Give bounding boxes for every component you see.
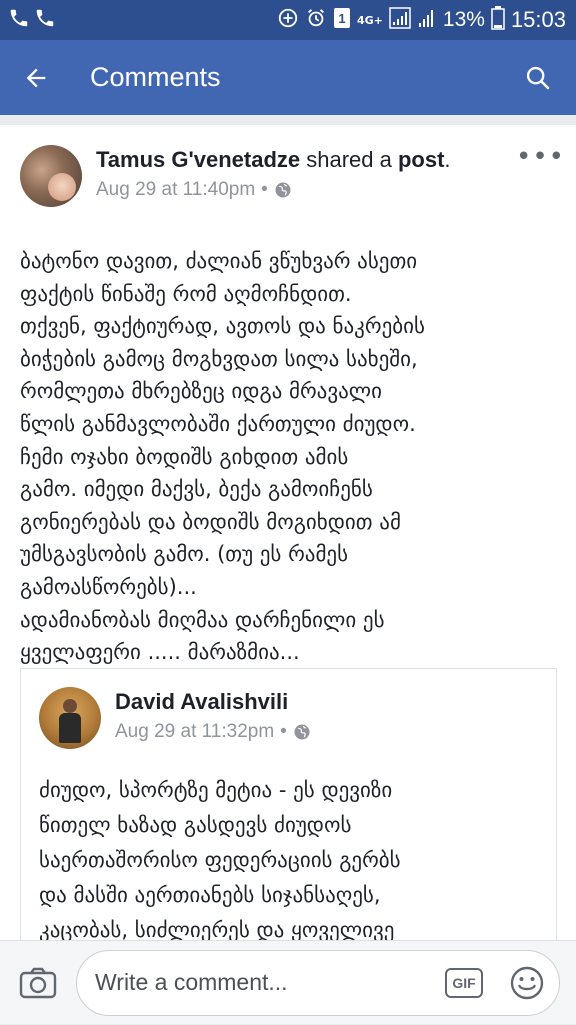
signal-icon (389, 6, 411, 34)
avatar[interactable] (20, 145, 82, 207)
phone-call-icon (34, 7, 56, 33)
clock: 15:03 (510, 7, 566, 32)
meta-separator: • (280, 721, 287, 742)
post-timestamp[interactable]: Aug 29 at 11:40pm (96, 179, 255, 201)
shared-author-line: David Avalishvili (115, 687, 538, 717)
svg-text:1: 1 (338, 11, 345, 26)
comment-input[interactable] (95, 969, 445, 996)
status-left (8, 7, 56, 33)
status-bar: 1 4G+ 13% 15:03 (0, 0, 576, 40)
search-icon (526, 66, 550, 89)
shared-post-timestamp[interactable]: Aug 29 at 11:32pm (115, 721, 274, 743)
battery-percent: 13% (442, 8, 485, 31)
author-block: Tamus G'venetadze shared a post. Aug 29 … (96, 145, 516, 207)
post-content: Tamus G'venetadze shared a post. Aug 29 … (0, 125, 576, 940)
alarm-icon (305, 7, 327, 34)
globe-icon (275, 182, 291, 198)
back-button[interactable] (0, 40, 72, 115)
page-title: Comments (90, 62, 221, 92)
avatar[interactable] (39, 687, 101, 749)
shared-author-name[interactable]: David Avalishvili (115, 689, 288, 714)
post-text: ბატონო დავით, ძალიან ვწუხვარ ასეთი ფაქტი… (20, 249, 425, 665)
action-text: shared a (300, 147, 398, 172)
search-button[interactable] (500, 40, 576, 115)
globe-icon (294, 724, 310, 740)
comment-input-wrapper[interactable]: GIF (76, 949, 560, 1016)
network-type-label: 4G+ (357, 13, 383, 27)
shared-author-block: David Avalishvili Aug 29 at 11:32pm • (115, 687, 538, 749)
shared-object-link[interactable]: post (398, 147, 444, 172)
author-line-period: . (444, 147, 451, 172)
post-meta: Aug 29 at 11:40pm • (96, 179, 516, 201)
more-options-button[interactable]: ••• (516, 144, 564, 207)
app-bar: Comments (0, 40, 576, 115)
meta-separator: • (261, 179, 268, 200)
shared-post-card[interactable]: David Avalishvili Aug 29 at 11:32pm • ძი… (20, 668, 557, 940)
camera-icon (19, 967, 57, 998)
comment-composer: GIF (0, 940, 576, 1024)
author-name[interactable]: Tamus G'venetadze (96, 147, 300, 172)
shared-post-header: David Avalishvili Aug 29 at 11:32pm • (21, 669, 556, 749)
status-right: 1 4G+ 13% 15:03 (277, 5, 566, 35)
sim-icon: 1 (333, 7, 351, 34)
battery-icon (491, 5, 505, 35)
shared-post-text: ძიუდო, სპორტზე მეტია - ეს დევიზი წითელ ხ… (39, 778, 401, 940)
signal-icon (417, 7, 437, 34)
back-arrow-icon (26, 68, 46, 87)
post-header: Tamus G'venetadze shared a post. Aug 29 … (0, 125, 576, 207)
emoji-icon (510, 966, 544, 999)
camera-button[interactable] (0, 941, 76, 1025)
gif-button[interactable]: GIF (445, 967, 483, 998)
emoji-button[interactable] (509, 965, 545, 1001)
shared-post-meta: Aug 29 at 11:32pm • (115, 721, 538, 743)
phone-call-icon (8, 7, 30, 33)
author-line: Tamus G'venetadze shared a post. (96, 145, 516, 175)
data-saver-icon (277, 7, 299, 34)
